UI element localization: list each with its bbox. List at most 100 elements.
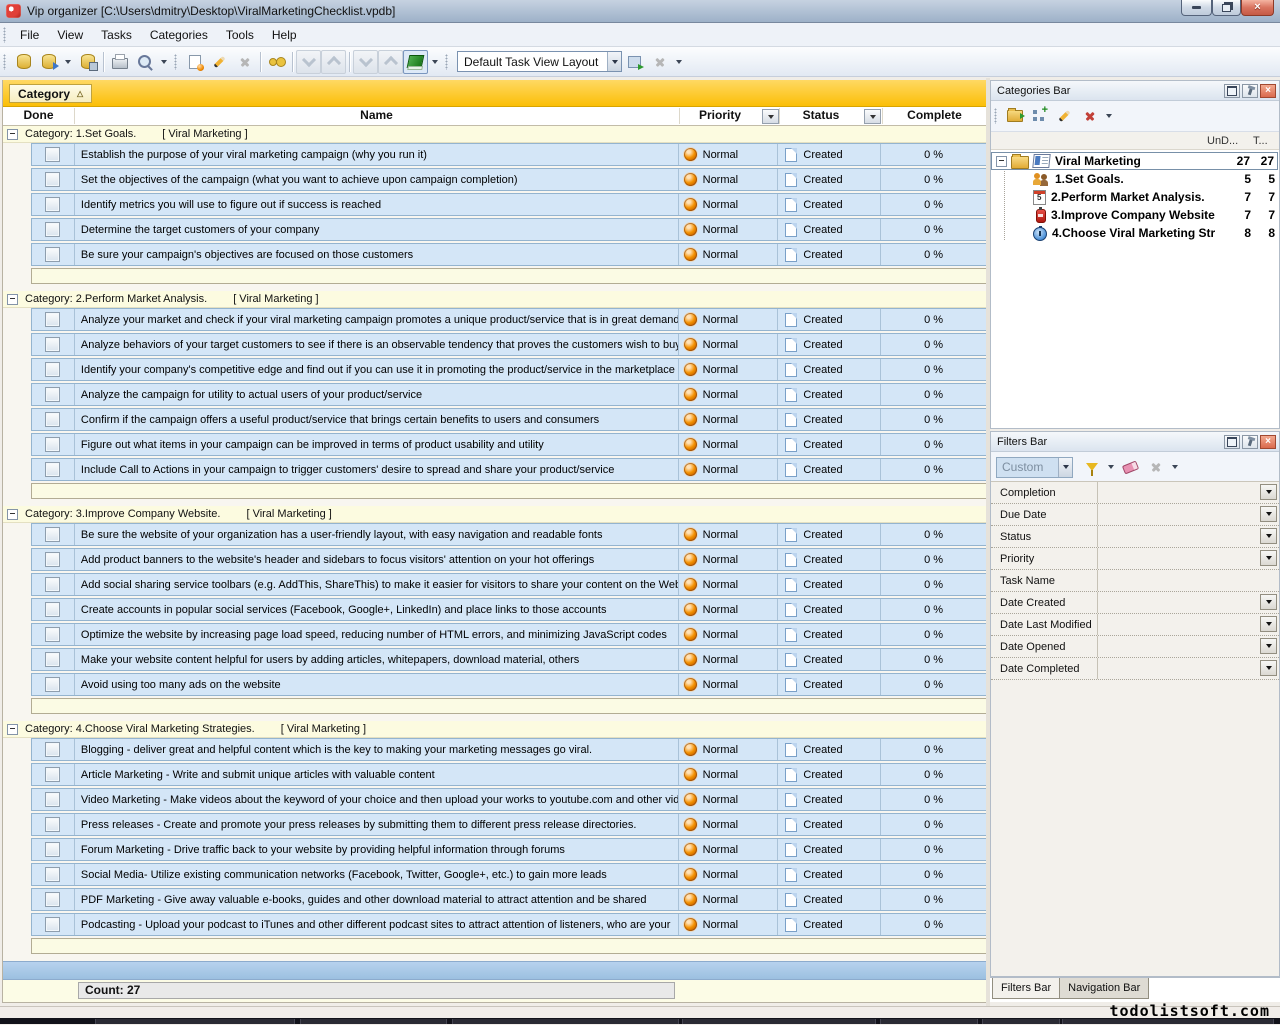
move-to-bottom-button[interactable] [353, 50, 378, 74]
task-row[interactable]: Press releases - Create and promote your… [31, 813, 987, 836]
new-category-button[interactable] [1002, 104, 1027, 128]
category-group-header[interactable]: Category: 4.Choose Viral Marketing Strat… [3, 721, 987, 738]
task-checkbox[interactable] [45, 362, 60, 377]
task-checkbox[interactable] [45, 312, 60, 327]
print-button[interactable] [107, 50, 132, 74]
task-checkbox[interactable] [45, 792, 60, 807]
new-task-button[interactable] [182, 50, 207, 74]
task-row[interactable]: Video Marketing - Make videos about the … [31, 788, 987, 811]
menu-file[interactable]: File [11, 25, 48, 45]
panel-pin-button[interactable] [1242, 84, 1258, 98]
filter-value[interactable] [1097, 592, 1279, 613]
task-row[interactable]: Be sure the website of your organization… [31, 523, 987, 546]
close-button[interactable]: × [1241, 0, 1274, 16]
task-checkbox[interactable] [45, 767, 60, 782]
task-row[interactable]: Create accounts in popular social servic… [31, 598, 987, 621]
task-checkbox[interactable] [45, 197, 60, 212]
tab-filters-bar[interactable]: Filters Bar [992, 978, 1060, 999]
category-tree-item[interactable]: Viral Marketing2727 [991, 152, 1278, 170]
task-row[interactable]: Analyze the campaign for utility to actu… [31, 383, 987, 406]
chevron-down-icon[interactable] [1172, 465, 1178, 469]
status-filter-dropdown[interactable] [864, 109, 881, 124]
menu-tools[interactable]: Tools [217, 25, 263, 45]
task-checkbox[interactable] [45, 527, 60, 542]
tab-navigation-bar[interactable]: Navigation Bar [1060, 978, 1149, 999]
task-checkbox[interactable] [45, 247, 60, 262]
filter-value[interactable] [1097, 614, 1279, 635]
category-group-header[interactable]: Category: 2.Perform Market Analysis.[ Vi… [3, 291, 987, 308]
category-tree-item[interactable]: 1.Set Goals.55 [991, 170, 1279, 188]
task-checkbox[interactable] [45, 917, 60, 932]
filter-dropdown-button[interactable] [1260, 506, 1277, 522]
group-by-category-button[interactable]: Category △ [9, 84, 92, 103]
chevron-down-icon[interactable] [432, 60, 438, 64]
chevron-down-icon[interactable] [1106, 114, 1112, 118]
task-checkbox[interactable] [45, 222, 60, 237]
filter-dropdown-button[interactable] [1260, 638, 1277, 654]
remove-filter-button[interactable] [1143, 455, 1168, 479]
filter-value[interactable] [1097, 548, 1279, 569]
panel-close-button[interactable]: × [1260, 84, 1276, 98]
menu-categories[interactable]: Categories [141, 25, 217, 45]
filter-dropdown-button[interactable] [1260, 660, 1277, 676]
task-checkbox[interactable] [45, 387, 60, 402]
collapse-icon[interactable] [7, 294, 18, 305]
category-group-header[interactable]: Category: 1.Set Goals.[ Viral Marketing … [3, 126, 987, 143]
task-checkbox[interactable] [45, 337, 60, 352]
task-row[interactable]: Add product banners to the website's hea… [31, 548, 987, 571]
task-row[interactable]: Be sure your campaign's objectives are f… [31, 243, 987, 266]
panel-close-button[interactable]: × [1260, 435, 1276, 449]
column-status[interactable]: Status [779, 108, 863, 122]
open-database-button[interactable] [36, 50, 61, 74]
task-row[interactable]: Optimize the website by increasing page … [31, 623, 987, 646]
category-tree-item[interactable]: 3.Improve Company Website77 [991, 206, 1279, 224]
filter-dropdown-button[interactable] [1260, 528, 1277, 544]
new-subcategory-button[interactable] [1027, 104, 1052, 128]
menu-help[interactable]: Help [263, 25, 306, 45]
filter-value[interactable] [1097, 658, 1279, 679]
panel-pin-button[interactable] [1242, 435, 1258, 449]
task-row[interactable]: Make your website content helpful for us… [31, 648, 987, 671]
filter-value[interactable] [1097, 504, 1279, 525]
chevron-down-icon[interactable] [1108, 465, 1114, 469]
filter-value[interactable] [1097, 482, 1279, 503]
collapse-icon[interactable] [996, 156, 1007, 167]
category-tree-item[interactable]: 2.Perform Market Analysis.77 [991, 188, 1279, 206]
move-down-button[interactable] [296, 50, 321, 74]
task-checkbox[interactable] [45, 412, 60, 427]
menu-tasks[interactable]: Tasks [92, 25, 141, 45]
restore-button[interactable] [1212, 0, 1241, 16]
clear-filter-button[interactable] [1118, 455, 1143, 479]
column-total[interactable]: T... [1253, 135, 1279, 147]
task-row[interactable]: Include Call to Actions in your campaign… [31, 458, 987, 481]
move-up-button[interactable] [321, 50, 346, 74]
apply-filter-button[interactable] [1079, 455, 1104, 479]
filter-dropdown-button[interactable] [1260, 616, 1277, 632]
chevron-down-icon[interactable] [161, 60, 167, 64]
task-checkbox[interactable] [45, 437, 60, 452]
collapse-icon[interactable] [7, 724, 18, 735]
task-row[interactable]: Determine the target customers of your c… [31, 218, 987, 241]
collapse-icon[interactable] [7, 129, 18, 140]
task-row[interactable]: PDF Marketing - Give away valuable e-boo… [31, 888, 987, 911]
task-view-button[interactable] [403, 50, 428, 74]
chevron-down-icon[interactable] [676, 60, 682, 64]
task-row[interactable]: Confirm if the campaign offers a useful … [31, 408, 987, 431]
task-checkbox[interactable] [45, 817, 60, 832]
column-priority[interactable]: Priority [679, 108, 761, 122]
task-checkbox[interactable] [45, 867, 60, 882]
minimize-button[interactable] [1181, 0, 1212, 16]
filter-value[interactable] [1097, 636, 1279, 657]
task-checkbox[interactable] [45, 652, 60, 667]
task-row[interactable]: Figure out what items in your campaign c… [31, 433, 987, 456]
task-checkbox[interactable] [45, 842, 60, 857]
task-row[interactable]: Blogging - deliver great and helpful con… [31, 738, 987, 761]
print-preview-button[interactable] [132, 50, 157, 74]
filter-dropdown-button[interactable] [1260, 594, 1277, 610]
task-row[interactable]: Podcasting - Upload your podcast to iTun… [31, 913, 987, 936]
task-checkbox[interactable] [45, 147, 60, 162]
apply-layout-button[interactable] [622, 50, 647, 74]
task-checkbox[interactable] [45, 602, 60, 617]
task-row[interactable]: Establish the purpose of your viral mark… [31, 143, 987, 166]
task-checkbox[interactable] [45, 892, 60, 907]
